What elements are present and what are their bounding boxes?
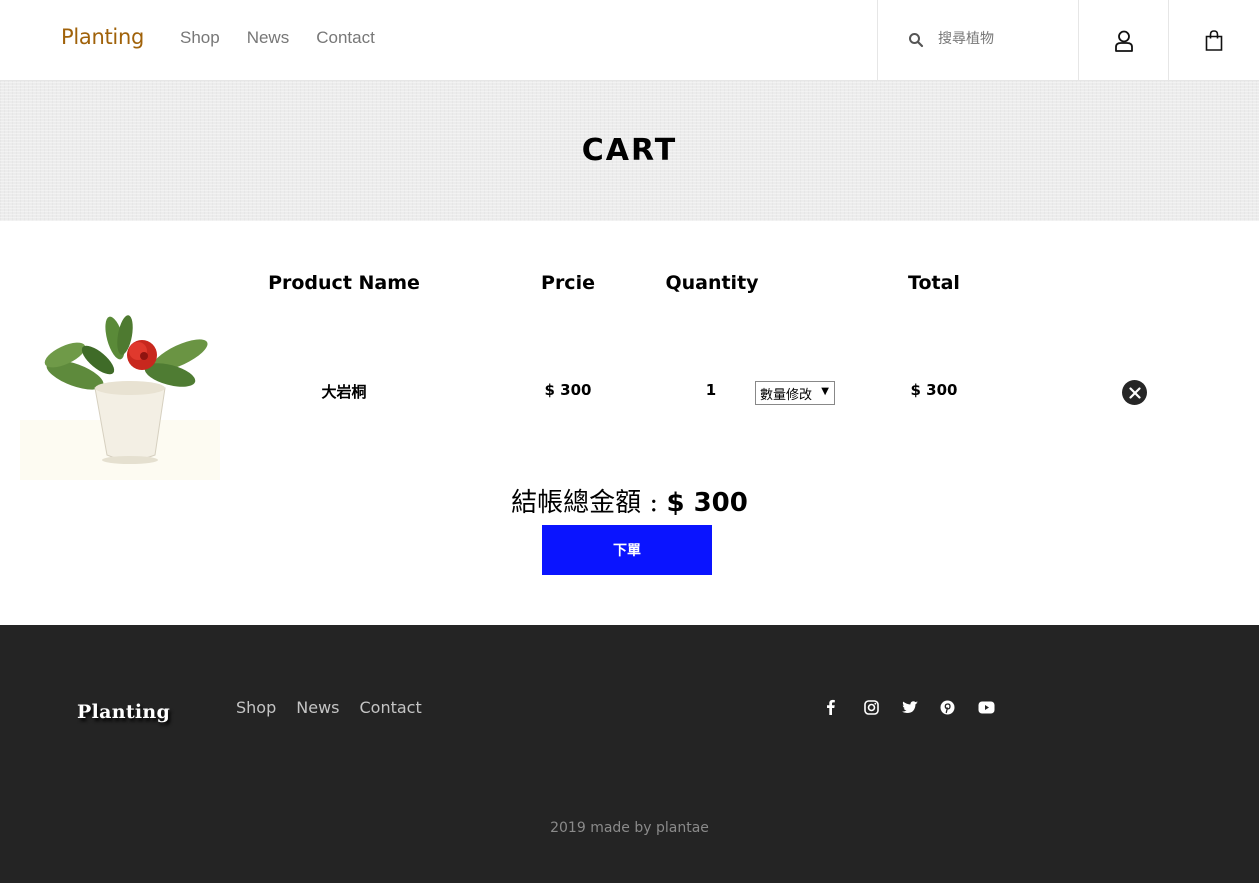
search-icon[interactable] <box>908 32 924 48</box>
twitter-icon[interactable] <box>902 697 940 717</box>
footer-link-news[interactable]: News <box>296 698 339 717</box>
quantity-select-label: 數量修改 <box>760 387 813 403</box>
site-header: Planting Shop News Contact <box>0 0 1259 81</box>
main-nav: Shop News Contact <box>180 28 402 48</box>
column-header-quantity: Quantity <box>665 272 759 294</box>
shopping-bag-icon <box>1205 30 1223 51</box>
checkout-total-amount: $ 300 <box>666 488 748 518</box>
quantity-select[interactable]: 數量修改 ▼ <box>755 381 835 405</box>
product-total: $ 300 <box>910 381 958 399</box>
instagram-icon[interactable] <box>864 697 902 717</box>
column-header-price: Prcie <box>541 272 595 294</box>
youtube-icon[interactable] <box>978 697 1016 717</box>
nav-link-shop[interactable]: Shop <box>180 28 220 48</box>
cart-button[interactable] <box>1168 0 1259 81</box>
column-header-product-name: Product Name <box>268 272 420 294</box>
pinterest-icon[interactable] <box>940 697 978 717</box>
product-name: 大岩桐 <box>321 383 367 401</box>
chevron-down-icon: ▼ <box>821 386 829 397</box>
page-title: CART <box>581 133 678 168</box>
product-image <box>20 300 220 480</box>
page-banner: CART <box>0 81 1259 221</box>
checkout-total-label: 結帳總金額 : <box>511 488 667 518</box>
account-button[interactable] <box>1078 0 1168 81</box>
social-links <box>826 697 1016 717</box>
search-box <box>877 0 1078 81</box>
site-logo[interactable]: Planting <box>61 25 144 49</box>
footer-link-shop[interactable]: Shop <box>236 698 276 717</box>
footer-link-contact[interactable]: Contact <box>359 698 421 717</box>
site-footer: Planting Shop News Contact 2019 made by … <box>0 625 1259 883</box>
copyright-text: 2019 made by plantae <box>550 820 709 836</box>
nav-link-news[interactable]: News <box>247 28 290 48</box>
search-input[interactable] <box>938 28 1068 50</box>
user-icon <box>1114 30 1133 52</box>
place-order-button[interactable]: 下單 <box>542 525 712 575</box>
facebook-icon[interactable] <box>826 697 864 717</box>
product-quantity: 1 <box>705 381 717 399</box>
remove-item-button[interactable] <box>1122 380 1147 405</box>
close-icon <box>1128 386 1141 399</box>
nav-link-contact[interactable]: Contact <box>316 28 375 48</box>
column-header-total: Total <box>908 272 960 294</box>
footer-nav: Shop News Contact <box>236 698 442 717</box>
checkout-total: 結帳總金額 : $ 300 <box>0 482 1259 519</box>
product-price: $ 300 <box>544 381 592 399</box>
footer-logo[interactable]: Planting <box>77 701 170 723</box>
